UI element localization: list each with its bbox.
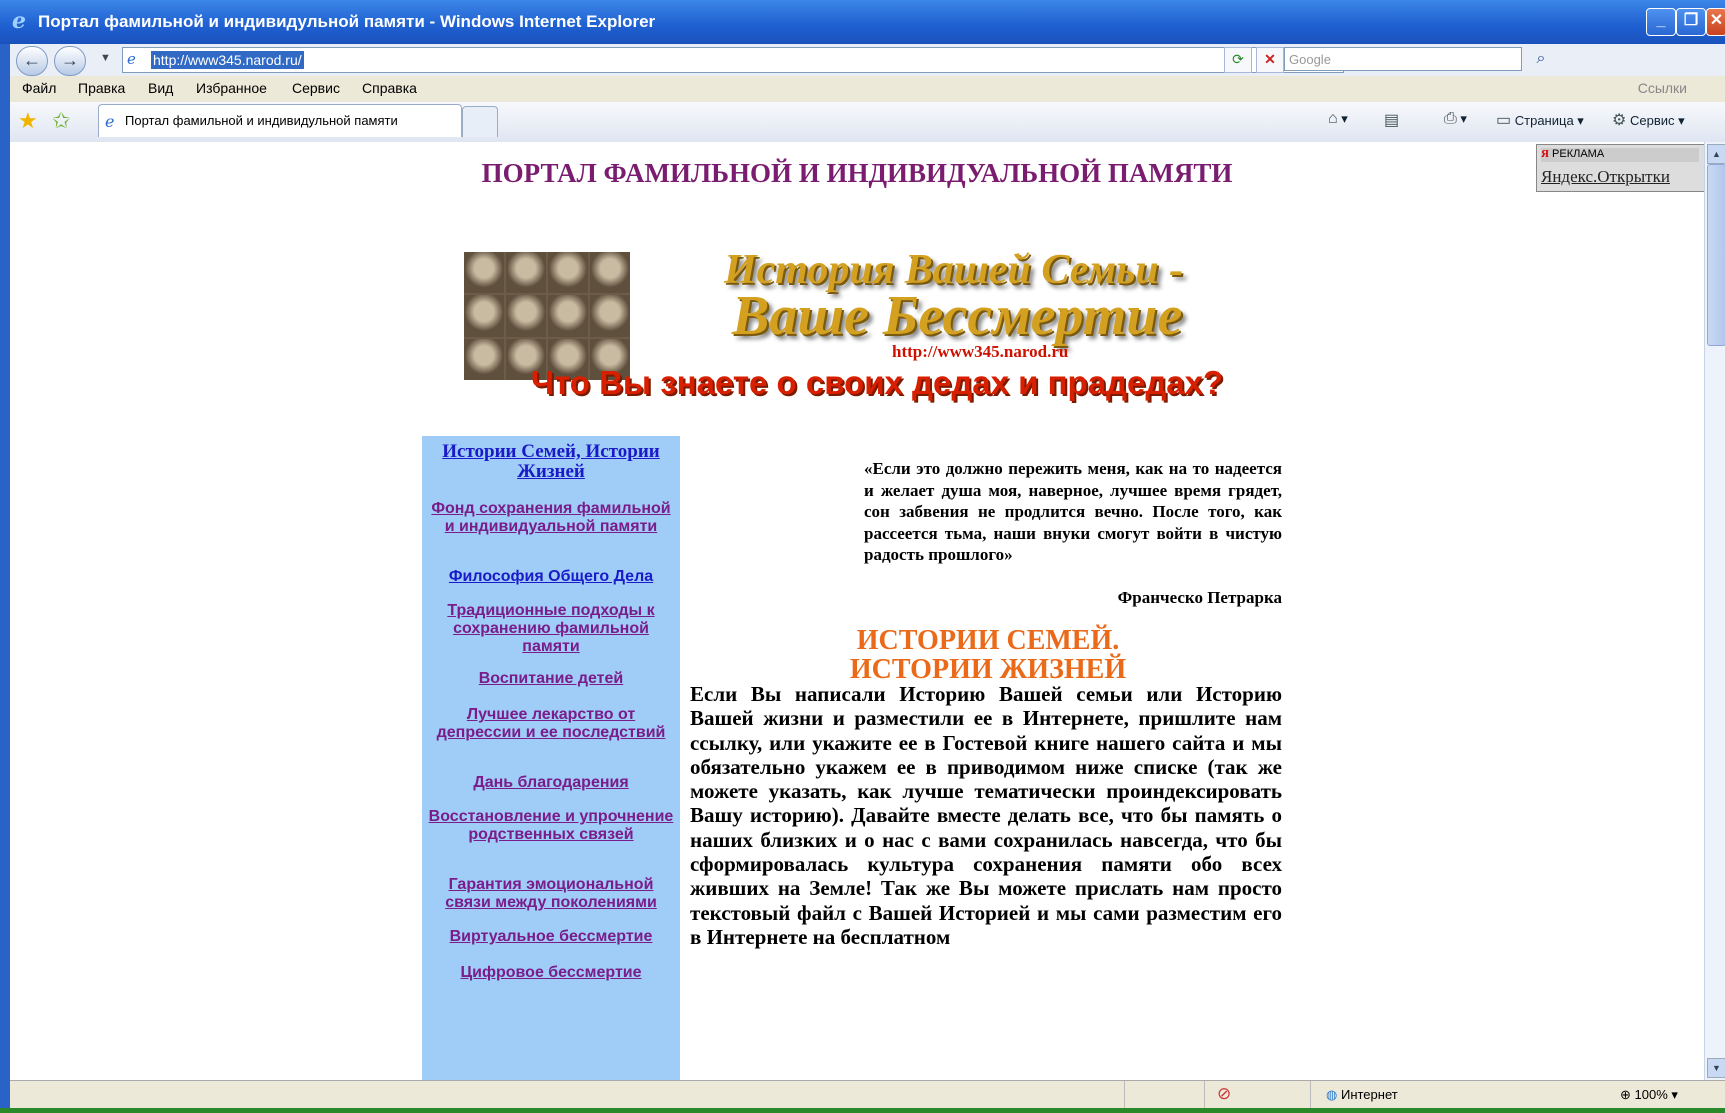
tools-menu-label: Сервис [1629,113,1675,128]
menu-bar: Файл Правка Вид Избранное Сервис Справка… [10,76,1725,102]
refresh-button[interactable]: ⟳ [1224,47,1252,73]
petrarch-quote: «Если это должно пережить меня, как на т… [864,459,1282,564]
sidebar-item-philosophy[interactable]: Философия Общего Дела [428,568,674,586]
minimize-button[interactable]: _ [1646,8,1676,36]
tab-page-icon: e [105,112,115,131]
title-bar: e Портал фамильной и индивидульной памят… [0,0,1725,44]
maximize-button[interactable]: ❐ [1676,8,1706,36]
taskbar-strip [0,1108,1725,1113]
sidebar-item-upbringing[interactable]: Воспитание детей [428,670,674,688]
menu-edit[interactable]: Правка [78,80,125,96]
portal-title: ПОРТАЛ ФАМИЛЬНОЙ И ИНДИВИДУАЛЬНОЙ ПАМЯТИ [481,158,1233,188]
scroll-thumb[interactable] [1707,164,1725,346]
tab-bar: ★ ✩ e Портал фамильной и индивидульной п… [10,102,1725,143]
section-title-line-1: ИСТОРИИ СЕМЕЙ. [856,625,1120,656]
stop-button[interactable]: ✕ [1256,47,1284,73]
sidebar-item-fund[interactable]: Фонд сохранения фамильной и индивидуальн… [428,500,674,536]
tools-menu-button[interactable]: ⚙ Сервис ▾ [1612,110,1685,130]
yandex-logo: Я [1541,148,1549,160]
add-favorite-icon[interactable]: ✩ [52,108,70,134]
yandex-ad[interactable]: Я РЕКЛАМА Яндекс.Открытки [1536,144,1704,192]
address-input[interactable]: e http://www345.narod.ru/ ▼ [122,47,1344,73]
sidebar-item-family-stories[interactable]: Истории Семей, Истории Жизней [428,442,674,482]
ie-logo-icon: e [12,8,26,34]
status-blocked-icon[interactable]: ⊘ [1204,1081,1305,1109]
page-menu-button[interactable]: ▭ Страница ▾ [1496,110,1584,130]
sidebar-item-traditional[interactable]: Традиционные подходы к сохранению фамиль… [428,602,674,656]
page-icon: e [127,50,136,68]
favorites-star-icon[interactable]: ★ [18,108,38,134]
history-dropdown-icon[interactable]: ▼ [100,52,111,64]
section-title-line-2: ИСТОРИИ ЖИЗНЕЙ [849,654,1127,685]
back-button[interactable]: ← [16,46,48,76]
close-button[interactable]: ✕ [1706,8,1725,36]
banner-url: http://www345.narod.ru [892,342,1069,361]
vertical-scrollbar[interactable]: ▲ ▼ [1704,142,1725,1080]
ad-header: Я РЕКЛАМА [1541,148,1699,162]
menu-file[interactable]: Файл [22,80,56,96]
body-text: Если Вы написали Историю Вашей семьи или… [690,682,1282,949]
sidebar-item-depression[interactable]: Лучшее лекарство от депрессии и ее после… [428,706,674,742]
section-title: ИСТОРИИ СЕМЕЙ. ИСТОРИИ ЖИЗНЕЙ [694,626,1282,684]
globe-icon: ◍ [1326,1087,1338,1102]
menu-view[interactable]: Вид [148,80,173,96]
sidebar-item-kinship[interactable]: Восстановление и упрочнение родственных … [428,808,674,844]
address-toolbar: ← → ▼ e http://www345.narod.ru/ ▼ ⟳ ✕ Go… [10,44,1725,76]
zoom-label: 100% [1634,1087,1668,1102]
page-viewport: ПОРТАЛ ФАМИЛЬНОЙ И ИНДИВИДУАЛЬНОЙ ПАМЯТИ… [10,142,1704,1080]
sidebar-item-virtual[interactable]: Виртуальное бессмертие [428,928,674,946]
tab-active[interactable]: e Портал фамильной и индивидульной памят… [98,104,462,137]
menu-favorites[interactable]: Избранное [196,80,267,96]
address-url: http://www345.narod.ru/ [151,51,304,69]
search-icon[interactable]: ⌕ [1528,47,1554,71]
scroll-down-icon[interactable]: ▼ [1707,1058,1725,1078]
scroll-up-icon[interactable]: ▲ [1707,144,1725,164]
forward-button[interactable]: → [54,46,86,76]
banner-line-2: Ваше Бессмертие [732,285,1183,347]
page-menu-label: Страница [1514,113,1574,128]
sidebar-nav: Истории Семей, Истории Жизней Фонд сохра… [422,436,680,1080]
quote-author: Франческо Петрарка [1117,588,1282,607]
window-title: Портал фамильной и индивидульной памяти … [38,12,656,31]
new-tab-button[interactable] [462,106,498,137]
sidebar-item-gratitude[interactable]: Дань благодарения [428,774,674,792]
search-input[interactable]: Google [1284,47,1522,71]
tab-label: Портал фамильной и индивидульной памяти [125,113,398,128]
menu-help[interactable]: Справка [362,80,417,96]
zoom-control[interactable]: ⊕ 100% ▾ [1620,1087,1678,1103]
ad-label: РЕКЛАМА [1552,148,1605,160]
internet-zone: ◍ Интернет [1326,1087,1398,1103]
sidebar-item-emotional[interactable]: Гарантия эмоциональной связи между покол… [428,876,674,912]
family-photo-collage [464,252,630,380]
status-bar: ⊘ ◍ Интернет ⊕ 100% ▾ [10,1080,1725,1109]
links-label[interactable]: Ссылки [1638,80,1687,96]
zoom-icon: ⊕ [1620,1087,1631,1102]
home-icon[interactable]: ⌂ ▾ [1328,110,1348,128]
headline-question: Что Вы знаете о своих дедах и прадедах? [530,364,1224,401]
sidebar-item-digital[interactable]: Цифровое бессмертие [428,964,674,982]
menu-tools[interactable]: Сервис [292,80,340,96]
print-icon[interactable]: ⎙ ▾ [1444,110,1467,128]
status-popup-section [1124,1081,1205,1109]
feeds-icon[interactable]: ▤ [1384,110,1399,130]
ad-link[interactable]: Яндекс.Открытки [1541,167,1670,187]
zone-label: Интернет [1340,1087,1398,1102]
